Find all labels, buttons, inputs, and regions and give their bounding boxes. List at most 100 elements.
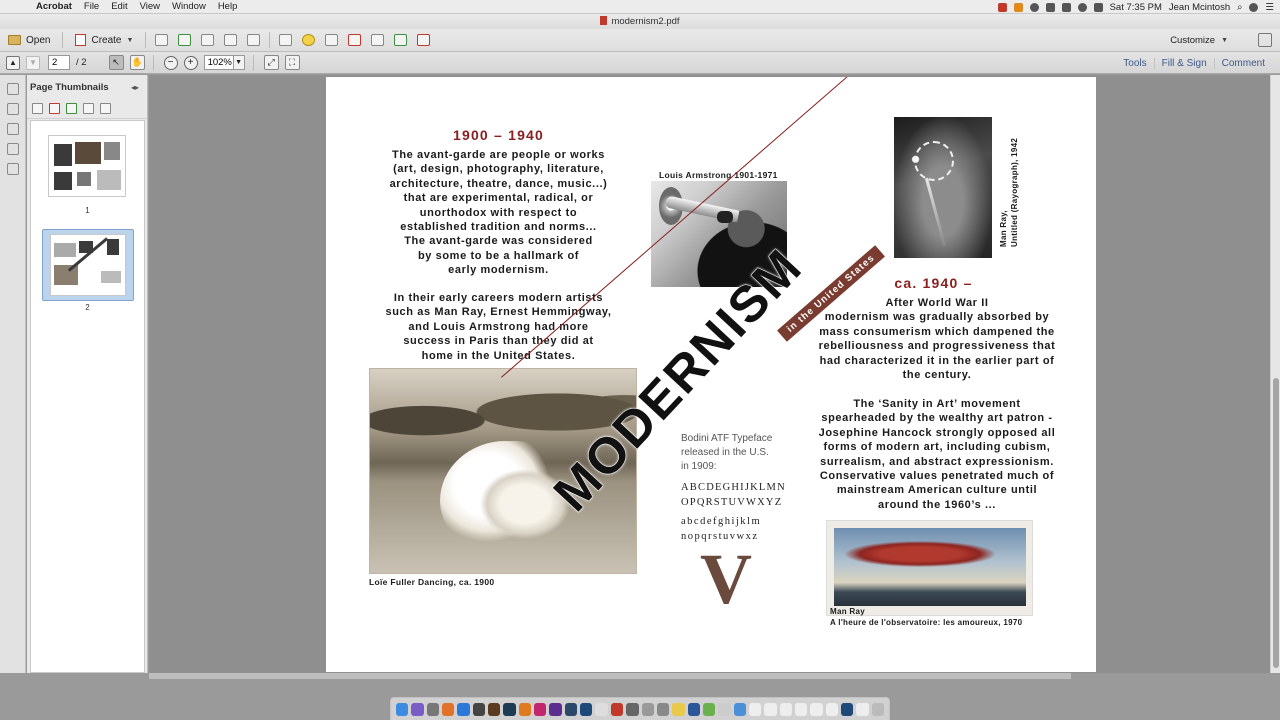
document-icon[interactable] xyxy=(856,702,869,716)
create-button[interactable]: Create ▼ xyxy=(67,30,141,50)
select-tool-icon[interactable]: ↖ xyxy=(108,55,124,70)
creative-cloud-icon[interactable] xyxy=(1029,2,1039,12)
bluetooth-icon[interactable] xyxy=(1061,2,1071,12)
preview-icon[interactable] xyxy=(595,702,608,716)
delete-page-icon[interactable] xyxy=(49,103,60,114)
text-line: by some to be a hallmark of xyxy=(417,249,580,262)
zoom-out-icon[interactable]: − xyxy=(163,55,178,70)
email-icon[interactable] xyxy=(247,34,261,46)
thumbnail-page-number: 1 xyxy=(85,206,90,215)
customize-menu[interactable]: Customize ▼ xyxy=(1170,29,1228,52)
indesign-icon[interactable] xyxy=(534,702,547,716)
zoom-input[interactable] xyxy=(203,55,234,70)
bookmarks-icon[interactable] xyxy=(6,103,19,115)
vertical-scrollbar[interactable] xyxy=(1270,75,1280,673)
hand-tool-icon[interactable]: ✋ xyxy=(129,55,145,70)
highlight-icon[interactable] xyxy=(325,34,339,46)
redact-icon[interactable] xyxy=(417,34,431,46)
edit-icon[interactable] xyxy=(224,34,238,46)
time-machine-icon[interactable] xyxy=(1045,2,1055,12)
options-menu-icon[interactable] xyxy=(32,103,43,114)
full-screen-icon[interactable]: ⛶ xyxy=(284,55,300,70)
wifi-icon[interactable] xyxy=(1077,2,1087,12)
notification-center-icon[interactable]: ☰ xyxy=(1265,2,1274,13)
lightroom-icon[interactable] xyxy=(564,702,578,716)
volume-icon[interactable] xyxy=(1093,2,1103,12)
menu-file[interactable]: File xyxy=(78,1,105,12)
signatures-icon[interactable] xyxy=(6,163,19,175)
horizontal-scrollbar[interactable] xyxy=(149,673,1071,679)
document-icon[interactable] xyxy=(825,702,838,716)
rotate-page-icon[interactable] xyxy=(83,103,94,114)
page-number-input[interactable] xyxy=(48,55,70,70)
chrome-icon[interactable] xyxy=(672,702,685,716)
page-properties-icon[interactable] xyxy=(100,103,111,114)
safari-icon[interactable] xyxy=(457,702,470,716)
cloud-upload-icon[interactable] xyxy=(178,34,192,46)
document-icon[interactable] xyxy=(764,702,777,716)
system-preferences-icon[interactable] xyxy=(641,702,654,716)
app-icon[interactable] xyxy=(702,702,716,716)
window-title-bar: modernism2.pdf xyxy=(0,14,1280,29)
menu-edit[interactable]: Edit xyxy=(105,1,133,12)
text-line: home in the United States. xyxy=(421,349,576,362)
zoom-in-icon[interactable]: + xyxy=(183,55,198,70)
firefox-icon[interactable] xyxy=(442,702,455,716)
premiere-icon[interactable] xyxy=(549,702,562,716)
scrollbar-thumb[interactable] xyxy=(1273,378,1279,668)
acrobat-icon[interactable] xyxy=(610,702,624,716)
shield-icon[interactable] xyxy=(1013,2,1023,12)
previous-page-icon[interactable]: ▲ xyxy=(6,55,20,70)
audition-icon[interactable] xyxy=(503,702,516,716)
menu-help[interactable]: Help xyxy=(212,1,244,12)
clock[interactable]: Sat 7:35 PM xyxy=(1110,2,1162,13)
document-icon[interactable] xyxy=(779,702,792,716)
comment-bubble-icon[interactable] xyxy=(302,34,316,46)
launchpad-icon[interactable] xyxy=(426,702,440,716)
menu-app-name[interactable]: Acrobat xyxy=(30,1,78,12)
word-icon[interactable] xyxy=(687,702,700,716)
collapse-panel-icon[interactable]: ◂▸ xyxy=(131,83,139,92)
attachments-icon[interactable] xyxy=(6,123,19,135)
illustrator-icon[interactable] xyxy=(518,702,532,716)
page-thumbnail[interactable] xyxy=(50,234,126,296)
bridge-icon[interactable] xyxy=(488,702,501,716)
comment-link[interactable]: Comment xyxy=(1213,57,1272,69)
fireworks-icon[interactable] xyxy=(472,702,486,716)
document-icon[interactable] xyxy=(810,702,823,716)
trash-icon[interactable] xyxy=(871,702,884,716)
user-name[interactable]: Jean Mcintosh xyxy=(1169,2,1230,13)
open-button[interactable]: Open xyxy=(0,30,58,50)
downloads-icon[interactable] xyxy=(733,702,746,716)
page-thumbnail[interactable] xyxy=(48,135,126,197)
settings-icon[interactable] xyxy=(279,34,293,46)
record-icon[interactable] xyxy=(997,2,1007,12)
chevron-down-icon[interactable]: ▼ xyxy=(233,55,245,70)
text-line: such as Man Ray, Ernest Hemmingway, xyxy=(385,306,612,319)
spotlight-search-icon[interactable]: ⌕ xyxy=(1237,2,1242,13)
delete-pages-icon[interactable] xyxy=(348,34,362,46)
document-icon[interactable] xyxy=(794,702,808,716)
screenshot-icon[interactable] xyxy=(626,702,639,716)
document-icon[interactable] xyxy=(748,702,762,716)
app-store-icon[interactable] xyxy=(656,702,670,716)
siri-icon[interactable] xyxy=(411,702,424,716)
insert-page-icon[interactable] xyxy=(66,103,77,114)
layers-icon[interactable] xyxy=(6,143,19,155)
fill-sign-link[interactable]: Fill & Sign xyxy=(1153,57,1214,69)
finder-icon[interactable] xyxy=(396,702,409,716)
expand-icon[interactable] xyxy=(1258,33,1272,47)
menu-window[interactable]: Window xyxy=(166,1,212,12)
save-icon[interactable] xyxy=(155,34,169,46)
photoshop-file-icon[interactable] xyxy=(840,702,854,716)
menu-view[interactable]: View xyxy=(134,1,166,12)
siri-icon[interactable] xyxy=(1249,2,1259,12)
page-thumbnails-icon[interactable] xyxy=(6,83,19,95)
insert-pages-icon[interactable] xyxy=(394,34,408,46)
photoshop-icon[interactable] xyxy=(580,702,593,716)
extract-pages-icon[interactable] xyxy=(371,34,385,46)
next-page-icon[interactable]: ▼ xyxy=(26,55,40,70)
tools-link[interactable]: Tools xyxy=(1116,58,1153,69)
print-icon[interactable] xyxy=(201,34,215,46)
fit-page-icon[interactable]: ⤢ xyxy=(263,55,279,70)
